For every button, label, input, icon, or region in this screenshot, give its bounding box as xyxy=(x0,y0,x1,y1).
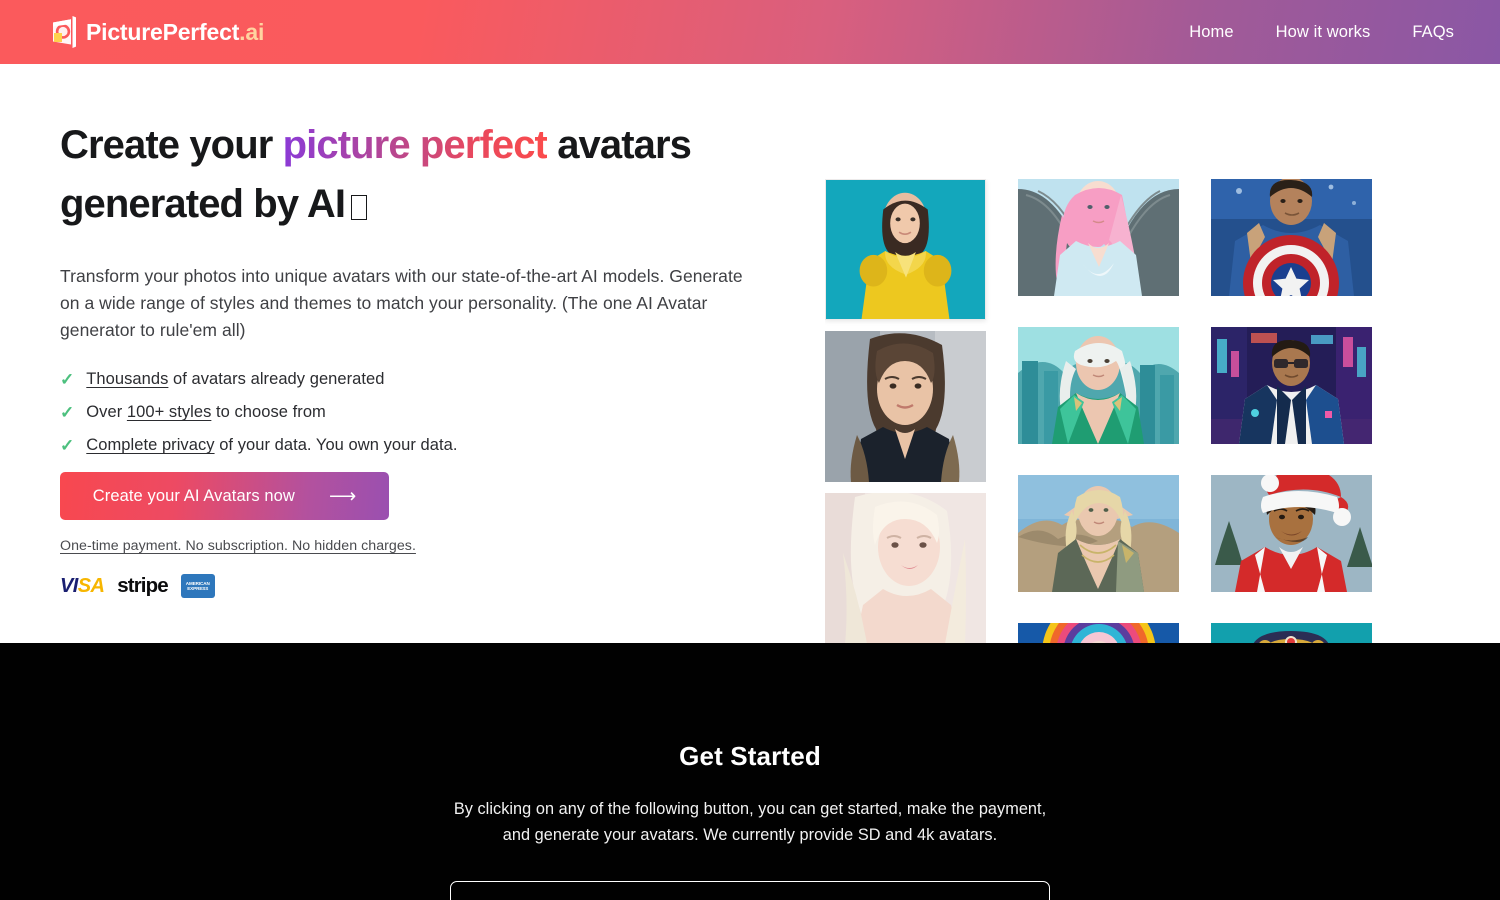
site-header: PicturePerfect.ai Home How it works FAQs xyxy=(0,0,1500,64)
page-title: Create your picture perfect avatars gener… xyxy=(60,116,760,234)
list-item: ✓ Over 100+ styles to choose from xyxy=(60,403,760,422)
gallery-tile-captain-america[interactable] xyxy=(1211,179,1372,296)
avatar-gallery xyxy=(825,179,1455,661)
avatar-man-santa-hat-christmas-image xyxy=(1211,475,1372,592)
avatar-man-captain-america-shield-image xyxy=(1211,179,1372,296)
avatar-elf-woman-braids-armor-image xyxy=(1018,475,1179,592)
checklist-text: Over 100+ styles to choose from xyxy=(86,403,326,422)
visa-logo-vi: VI xyxy=(60,574,78,597)
headline-part-1: Create your xyxy=(60,123,283,167)
get-started-option-card[interactable] xyxy=(450,881,1050,900)
get-started-description: By clicking on any of the following butt… xyxy=(453,800,1047,844)
avatar-woman-gold-dress-teal-background-image xyxy=(826,180,985,319)
page-root: PicturePerfect.ai Home How it works FAQs… xyxy=(0,0,1500,900)
visa-logo-sa: SA xyxy=(77,574,105,597)
camera-icon xyxy=(53,16,76,48)
brand-logo-link[interactable]: PicturePerfect.ai xyxy=(50,15,264,49)
brand-tld-text: .ai xyxy=(239,18,265,45)
checklist-text: Complete privacy of your data. You own y… xyxy=(86,436,457,455)
avatar-woman-business-suit-photo-image xyxy=(825,331,986,482)
avatar-woman-white-hair-green-coat-city-image xyxy=(1018,327,1179,444)
primary-nav: Home How it works FAQs xyxy=(1189,23,1454,42)
check-icon: ✓ xyxy=(60,436,75,455)
get-started-section: Get Started By clicking on any of the fo… xyxy=(0,643,1500,900)
amex-line-1: AMERICAN xyxy=(185,580,210,586)
list-item: ✓ Complete privacy of your data. You own… xyxy=(60,436,760,455)
checklist-lead: Over xyxy=(86,403,127,421)
nav-item-faqs[interactable]: FAQs xyxy=(1412,23,1454,42)
checklist-rest: to choose from xyxy=(211,403,326,421)
gallery-tile-woman-gold-dress[interactable] xyxy=(825,179,986,320)
avatar-man-glasses-cyberpunk-city-image xyxy=(1211,327,1372,444)
stripe-logo: stripe xyxy=(117,574,168,597)
checklist-highlight[interactable]: Thousands xyxy=(86,370,168,388)
gallery-tile-white-hair-green-coat[interactable] xyxy=(1018,327,1179,444)
arrow-right-icon: ⟶ xyxy=(328,485,357,507)
visa-logo: VISA xyxy=(60,574,105,598)
amex-logo: AMERICAN EXPRESS xyxy=(180,574,215,598)
headline-part-2: avatars xyxy=(546,123,692,167)
gallery-tile-woman-pale-blonde[interactable] xyxy=(825,493,986,644)
payment-badges: VISA stripe AMERICAN EXPRESS xyxy=(60,574,760,598)
create-avatars-button[interactable]: Create your AI Avatars now ⟶ xyxy=(60,472,389,520)
checklist-rest: of your data. You own your data. xyxy=(214,436,458,454)
checklist-highlight[interactable]: 100+ styles xyxy=(127,403,211,421)
hero-subtext: Transform your photos into unique avatar… xyxy=(60,266,743,340)
missing-glyph-tofu-icon xyxy=(351,195,368,220)
brand-name-text: PicturePerfect xyxy=(86,18,240,45)
list-item: ✓ Thousands of avatars already generated xyxy=(60,370,760,389)
nav-item-home[interactable]: Home xyxy=(1189,23,1233,42)
amex-line-2: EXPRESS xyxy=(187,586,209,591)
gallery-column-2 xyxy=(1018,179,1179,653)
checklist-highlight[interactable]: Complete privacy xyxy=(86,436,214,454)
hero-copy-column: Create your picture perfect avatars gener… xyxy=(60,116,760,598)
payment-fineprint[interactable]: One-time payment. No subscription. No hi… xyxy=(60,538,760,554)
brand-name: PicturePerfect.ai xyxy=(86,19,264,46)
gallery-tile-elf-braids-armor[interactable] xyxy=(1018,475,1179,592)
checklist-rest: of avatars already generated xyxy=(168,370,385,388)
create-avatars-button-label: Create your AI Avatars now xyxy=(92,486,295,505)
feature-checklist: ✓ Thousands of avatars already generated… xyxy=(60,370,760,455)
nav-item-how-it-works[interactable]: How it works xyxy=(1276,23,1371,42)
headline-line-2: generated by AI xyxy=(60,182,346,226)
check-icon: ✓ xyxy=(60,403,75,422)
headline-gradient-text: picture perfect xyxy=(282,123,548,167)
avatar-woman-pink-hair-angel-wings-image xyxy=(1018,179,1179,296)
get-started-title: Get Started xyxy=(679,741,821,771)
avatar-woman-pale-blonde-portrait-image xyxy=(825,493,986,644)
gallery-column-1 xyxy=(825,179,986,644)
gallery-column-3 xyxy=(1211,179,1372,653)
amex-logo-text: AMERICAN EXPRESS xyxy=(186,581,210,592)
hero-section: Create your picture perfect avatars gener… xyxy=(0,64,1500,653)
gallery-tile-pink-hair-angel[interactable] xyxy=(1018,179,1179,296)
check-icon: ✓ xyxy=(60,370,75,389)
checklist-text: Thousands of avatars already generated xyxy=(86,370,384,389)
gallery-tile-cyberpunk-glasses[interactable] xyxy=(1211,327,1372,444)
gallery-tile-woman-business-suit[interactable] xyxy=(825,331,986,482)
gallery-tile-santa-hat[interactable] xyxy=(1211,475,1372,592)
